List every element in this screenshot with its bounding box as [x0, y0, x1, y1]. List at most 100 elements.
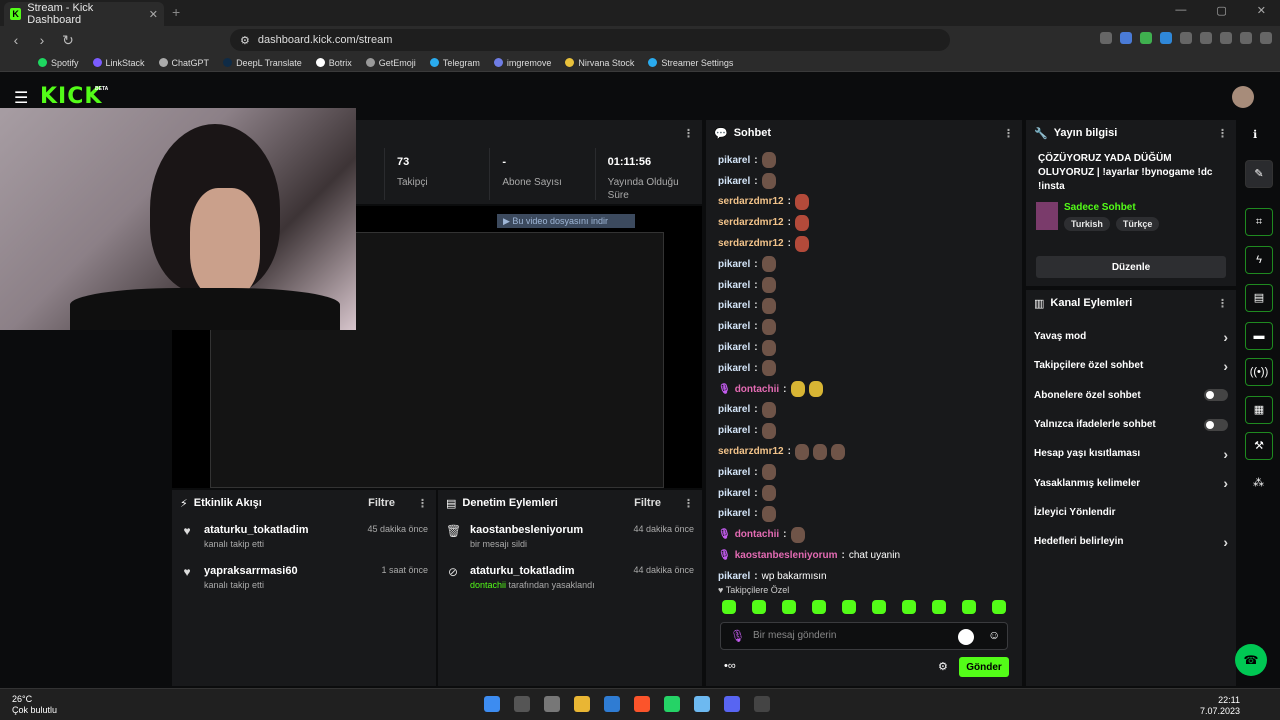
puzzle-icon[interactable] [1220, 32, 1232, 44]
new-tab-icon[interactable]: + [172, 4, 180, 20]
close-icon[interactable]: ✕ [149, 8, 158, 21]
bookmark-telegram[interactable]: Telegram [429, 58, 480, 68]
chat-username[interactable]: pikarel [718, 176, 750, 187]
bookmark-chatgpt[interactable]: ChatGPT [158, 58, 209, 68]
more-options-icon[interactable]: ⋮ [683, 497, 694, 510]
chat-username[interactable]: serdarzdmr12 [718, 238, 784, 249]
reload-icon[interactable]: ↻ [58, 32, 78, 49]
more-options-icon[interactable]: ⋮ [1217, 297, 1228, 310]
channel-action-item[interactable]: Hesap yaşı kısıtlaması › [1026, 439, 1236, 468]
emoji-icon[interactable]: ☺ [988, 628, 1000, 642]
toggle-switch[interactable] [1204, 389, 1228, 402]
emote-icon[interactable] [962, 600, 976, 614]
chat-username[interactable]: pikarel [718, 363, 750, 374]
chat-username[interactable]: pikarel [718, 342, 750, 353]
chat-username[interactable]: pikarel [718, 300, 750, 311]
menu-icon[interactable] [1260, 32, 1272, 44]
bookmark-deepl[interactable]: DeepL Translate [223, 58, 302, 68]
url-bar[interactable]: ⚙ dashboard.kick.com/stream [230, 29, 950, 51]
minimize-icon[interactable]: — [1175, 4, 1186, 17]
bookmark-getemoji[interactable]: GetEmoji [365, 58, 416, 68]
site-settings-icon[interactable]: ⚙ [240, 34, 250, 47]
clip-icon[interactable]: ⌗ [1245, 208, 1273, 236]
emote-icon[interactable] [992, 600, 1006, 614]
chat-username[interactable]: kaostanbesleniyorum [735, 550, 838, 561]
layout-icon[interactable]: ▦ [1245, 396, 1273, 424]
lightning-icon[interactable]: ϟ [1245, 246, 1273, 274]
kick-logo[interactable]: KICK [40, 84, 102, 109]
send-button[interactable]: Gönder [959, 657, 1009, 677]
channel-action-item[interactable]: Yavaş mod › [1026, 322, 1236, 351]
tag[interactable]: Türkçe [1115, 217, 1160, 231]
support-headset-icon[interactable]: ☎ [1235, 644, 1267, 676]
extension-icon[interactable] [1100, 32, 1112, 44]
more-options-icon[interactable]: ⋮ [417, 497, 428, 510]
extension-icon[interactable] [1200, 32, 1212, 44]
chat-username[interactable]: pikarel [718, 425, 750, 436]
more-options-icon[interactable]: ⋮ [683, 127, 694, 140]
channel-action-item[interactable]: İzleyici Yönlendir [1026, 498, 1236, 527]
tool-icon[interactable]: ⚒ [1245, 432, 1273, 460]
extension-icon[interactable] [1160, 32, 1172, 44]
chat-username[interactable]: dontachii [735, 529, 779, 540]
chat-username[interactable]: serdarzdmr12 [718, 196, 784, 207]
store-icon[interactable] [604, 696, 620, 712]
more-options-icon[interactable]: ⋮ [1003, 127, 1014, 140]
file-explorer-icon[interactable] [574, 696, 590, 712]
chat-username[interactable]: pikarel [718, 280, 750, 291]
gear-icon[interactable]: ⚙ [938, 660, 948, 673]
channel-action-item[interactable]: Hedefleri belirleyin › [1026, 527, 1236, 556]
moderation-filter-button[interactable]: Filtre [634, 497, 661, 509]
chat-username[interactable]: pikarel [718, 571, 750, 582]
tag[interactable]: Turkish [1064, 217, 1110, 231]
search-icon[interactable] [514, 696, 530, 712]
back-icon[interactable]: ‹ [6, 32, 26, 48]
browser-tab[interactable]: K Stream - Kick Dashboard ✕ [4, 2, 164, 26]
microphone-icon[interactable]: 🎙 [730, 629, 745, 643]
whatsapp-icon[interactable] [664, 696, 680, 712]
maximize-icon[interactable]: ▢ [1216, 4, 1226, 17]
emote-icon[interactable] [932, 600, 946, 614]
chat-username[interactable]: dontachii [735, 384, 779, 395]
bookmark-spotify[interactable]: Spotify [38, 58, 79, 68]
bookmark-linkstack[interactable]: LinkStack [92, 58, 145, 68]
emote-icon[interactable] [752, 600, 766, 614]
app-icon[interactable] [694, 696, 710, 712]
download-video-bar[interactable]: ▶ Bu video dosyasını indir [497, 214, 635, 228]
brave-icon[interactable] [634, 696, 650, 712]
chat-username[interactable]: serdarzdmr12 [718, 446, 784, 457]
obs-icon[interactable] [754, 696, 770, 712]
document-icon[interactable]: ▤ [1245, 284, 1273, 312]
toggle-switch[interactable] [1204, 418, 1228, 431]
chat-bubble-icon[interactable]: ▬ [1245, 322, 1273, 350]
channel-action-item[interactable]: Abonelere özel sohbet [1026, 381, 1236, 410]
emote-icon[interactable] [842, 600, 856, 614]
more-options-icon[interactable]: ⋮ [1217, 127, 1228, 140]
bookmark-nirvana[interactable]: Nirvana Stock [565, 58, 634, 68]
extension-icon[interactable] [1120, 32, 1132, 44]
broadcast-icon[interactable]: ((•)) [1245, 358, 1273, 386]
system-clock[interactable]: 22:11 7.07.2023 [1200, 695, 1240, 717]
forward-icon[interactable]: › [32, 32, 52, 48]
extension-icon[interactable] [1180, 32, 1192, 44]
emote-icon[interactable] [782, 600, 796, 614]
extension-icon[interactable] [1140, 32, 1152, 44]
emote-icon[interactable] [722, 600, 736, 614]
activity-filter-button[interactable]: Filtre [368, 497, 395, 509]
info-icon[interactable]: ℹ [1253, 128, 1257, 141]
task-view-icon[interactable] [544, 696, 560, 712]
infinity-icon[interactable]: •∞ [724, 660, 736, 672]
chat-username[interactable]: pikarel [718, 155, 750, 166]
chat-username[interactable]: pikarel [718, 467, 750, 478]
discord-icon[interactable] [724, 696, 740, 712]
chat-username[interactable]: serdarzdmr12 [718, 217, 784, 228]
channel-action-item[interactable]: Yalnızca ifadelerle sohbet [1026, 410, 1236, 439]
chat-username[interactable]: pikarel [718, 404, 750, 415]
emote-icon[interactable] [812, 600, 826, 614]
category-name[interactable]: Sadece Sohbet [1064, 202, 1159, 213]
sidebar-icon[interactable] [1240, 32, 1252, 44]
chat-username[interactable]: pikarel [718, 259, 750, 270]
edit-button[interactable]: Düzenle [1036, 256, 1226, 278]
chat-username[interactable]: pikarel [718, 321, 750, 332]
pencil-icon[interactable]: ✎ [1245, 160, 1273, 188]
